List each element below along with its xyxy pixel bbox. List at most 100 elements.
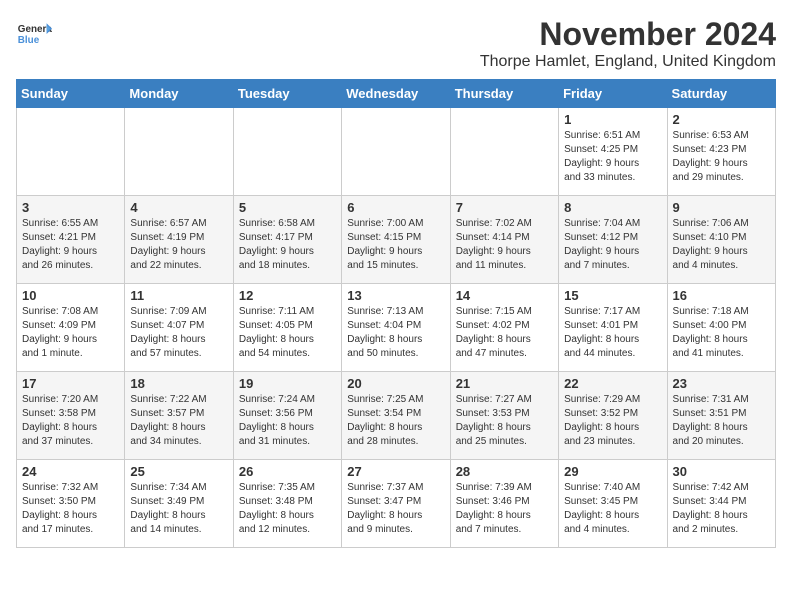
- day-info: Sunrise: 7:24 AM Sunset: 3:56 PM Dayligh…: [239, 393, 336, 449]
- page-header: General Blue November 2024 Thorpe Hamlet…: [16, 16, 776, 71]
- day-info: Sunrise: 7:06 AM Sunset: 4:10 PM Dayligh…: [673, 217, 770, 273]
- logo-icon: General Blue: [16, 16, 52, 52]
- day-info: Sunrise: 7:09 AM Sunset: 4:07 PM Dayligh…: [130, 305, 227, 361]
- calendar-cell: [125, 108, 233, 196]
- calendar-cell: 10Sunrise: 7:08 AM Sunset: 4:09 PM Dayli…: [17, 284, 125, 372]
- day-info: Sunrise: 7:39 AM Sunset: 3:46 PM Dayligh…: [456, 481, 553, 537]
- day-number: 26: [239, 464, 336, 479]
- day-info: Sunrise: 6:58 AM Sunset: 4:17 PM Dayligh…: [239, 217, 336, 273]
- weekday-header-friday: Friday: [559, 80, 667, 108]
- weekday-header-thursday: Thursday: [450, 80, 558, 108]
- calendar-cell: 12 Sunrise: 7:11 AM Sunset: 4:05 PM Dayli…: [233, 284, 341, 372]
- day-number: 20: [347, 376, 444, 391]
- calendar-cell: 25 Sunrise: 7:34 AM Sunset: 3:49 PM Dayli…: [125, 460, 233, 548]
- weekday-header-wednesday: Wednesday: [342, 80, 450, 108]
- calendar-cell: 15 Sunrise: 7:17 AM Sunset: 4:01 PM Dayli…: [559, 284, 667, 372]
- day-info: Sunrise: 7:31 AM Sunset: 3:51 PM Dayligh…: [673, 393, 770, 449]
- calendar-cell: 6 Sunrise: 7:00 AM Sunset: 4:15 PM Daylig…: [342, 196, 450, 284]
- calendar-cell: 28 Sunrise: 7:39 AM Sunset: 3:46 PM Dayli…: [450, 460, 558, 548]
- calendar-cell: [233, 108, 341, 196]
- calendar-cell: 3 Sunrise: 6:55 AM Sunset: 4:21 PM Daylig…: [17, 196, 125, 284]
- day-number: 27: [347, 464, 444, 479]
- day-number: 30: [673, 464, 770, 479]
- day-info: Sunrise: 7:32 AM Sunset: 3:50 PM Dayligh…: [22, 481, 119, 537]
- calendar-cell: 26 Sunrise: 7:35 AM Sunset: 3:48 PM Dayli…: [233, 460, 341, 548]
- day-number: 19: [239, 376, 336, 391]
- day-number: 6: [347, 200, 444, 215]
- calendar-cell: 17 Sunrise: 7:20 AM Sunset: 3:58 PM Dayli…: [17, 372, 125, 460]
- day-info: Sunrise: 6:53 AM Sunset: 4:23 PM Dayligh…: [673, 129, 770, 185]
- day-number: 25: [130, 464, 227, 479]
- calendar-cell: 27 Sunrise: 7:37 AM Sunset: 3:47 PM Dayli…: [342, 460, 450, 548]
- calendar-cell: 18 Sunrise: 7:22 AM Sunset: 3:57 PM Dayli…: [125, 372, 233, 460]
- day-info: Sunrise: 7:34 AM Sunset: 3:49 PM Dayligh…: [130, 481, 227, 537]
- calendar-cell: 11 Sunrise: 7:09 AM Sunset: 4:07 PM Dayli…: [125, 284, 233, 372]
- calendar-cell: 14 Sunrise: 7:15 AM Sunset: 4:02 PM Dayli…: [450, 284, 558, 372]
- day-info: Sunrise: 6:51 AM Sunset: 4:25 PM Dayligh…: [564, 129, 661, 185]
- logo: General Blue: [16, 16, 52, 52]
- calendar-cell: 8 Sunrise: 7:04 AM Sunset: 4:12 PM Daylig…: [559, 196, 667, 284]
- day-info: Sunrise: 7:18 AM Sunset: 4:00 PM Dayligh…: [673, 305, 770, 361]
- calendar-table: SundayMondayTuesdayWednesdayThursdayFrid…: [16, 79, 776, 548]
- calendar-cell: 21 Sunrise: 7:27 AM Sunset: 3:53 PM Dayli…: [450, 372, 558, 460]
- calendar-cell: 24 Sunrise: 7:32 AM Sunset: 3:50 PM Dayli…: [17, 460, 125, 548]
- day-info: Sunrise: 7:04 AM Sunset: 4:12 PM Dayligh…: [564, 217, 661, 273]
- weekday-header-row: SundayMondayTuesdayWednesdayThursdayFrid…: [17, 80, 776, 108]
- day-info: Sunrise: 7:35 AM Sunset: 3:48 PM Dayligh…: [239, 481, 336, 537]
- calendar-cell: [17, 108, 125, 196]
- title-area: November 2024 Thorpe Hamlet, England, Un…: [480, 16, 776, 71]
- day-info: Sunrise: 7:13 AM Sunset: 4:04 PM Dayligh…: [347, 305, 444, 361]
- day-number: 13: [347, 288, 444, 303]
- calendar-cell: 30 Sunrise: 7:42 AM Sunset: 3:44 PM Dayli…: [667, 460, 775, 548]
- month-title: November 2024: [480, 16, 776, 53]
- calendar-cell: [342, 108, 450, 196]
- day-number: 8: [564, 200, 661, 215]
- day-info: Sunrise: 7:00 AM Sunset: 4:15 PM Dayligh…: [347, 217, 444, 273]
- calendar-cell: 29Sunrise: 7:40 AM Sunset: 3:45 PM Dayli…: [559, 460, 667, 548]
- day-info: Sunrise: 7:02 AM Sunset: 4:14 PM Dayligh…: [456, 217, 553, 273]
- calendar-cell: 16Sunrise: 7:18 AM Sunset: 4:00 PM Dayli…: [667, 284, 775, 372]
- calendar-cell: 19 Sunrise: 7:24 AM Sunset: 3:56 PM Dayli…: [233, 372, 341, 460]
- day-info: Sunrise: 7:27 AM Sunset: 3:53 PM Dayligh…: [456, 393, 553, 449]
- calendar-cell: 4Sunrise: 6:57 AM Sunset: 4:19 PM Daylig…: [125, 196, 233, 284]
- day-info: Sunrise: 7:29 AM Sunset: 3:52 PM Dayligh…: [564, 393, 661, 449]
- day-number: 12: [239, 288, 336, 303]
- day-number: 11: [130, 288, 227, 303]
- calendar-cell: 22Sunrise: 7:29 AM Sunset: 3:52 PM Dayli…: [559, 372, 667, 460]
- day-info: Sunrise: 7:17 AM Sunset: 4:01 PM Dayligh…: [564, 305, 661, 361]
- day-number: 29: [564, 464, 661, 479]
- calendar-body: 1Sunrise: 6:51 AM Sunset: 4:25 PM Daylig…: [17, 108, 776, 548]
- calendar-week-2: 3 Sunrise: 6:55 AM Sunset: 4:21 PM Daylig…: [17, 196, 776, 284]
- weekday-header-sunday: Sunday: [17, 80, 125, 108]
- calendar-cell: 23Sunrise: 7:31 AM Sunset: 3:51 PM Dayli…: [667, 372, 775, 460]
- calendar-week-5: 24 Sunrise: 7:32 AM Sunset: 3:50 PM Dayli…: [17, 460, 776, 548]
- calendar-week-3: 10Sunrise: 7:08 AM Sunset: 4:09 PM Dayli…: [17, 284, 776, 372]
- calendar-cell: [450, 108, 558, 196]
- day-info: Sunrise: 7:15 AM Sunset: 4:02 PM Dayligh…: [456, 305, 553, 361]
- day-number: 5: [239, 200, 336, 215]
- calendar-week-4: 17 Sunrise: 7:20 AM Sunset: 3:58 PM Dayli…: [17, 372, 776, 460]
- day-number: 24: [22, 464, 119, 479]
- day-info: Sunrise: 7:20 AM Sunset: 3:58 PM Dayligh…: [22, 393, 119, 449]
- weekday-header-saturday: Saturday: [667, 80, 775, 108]
- day-number: 28: [456, 464, 553, 479]
- day-info: Sunrise: 6:55 AM Sunset: 4:21 PM Dayligh…: [22, 217, 119, 273]
- day-info: Sunrise: 7:11 AM Sunset: 4:05 PM Dayligh…: [239, 305, 336, 361]
- day-number: 3: [22, 200, 119, 215]
- day-number: 7: [456, 200, 553, 215]
- day-number: 18: [130, 376, 227, 391]
- day-number: 14: [456, 288, 553, 303]
- calendar-cell: 9Sunrise: 7:06 AM Sunset: 4:10 PM Daylig…: [667, 196, 775, 284]
- day-number: 21: [456, 376, 553, 391]
- day-number: 10: [22, 288, 119, 303]
- location-title: Thorpe Hamlet, England, United Kingdom: [480, 53, 776, 71]
- day-info: Sunrise: 7:22 AM Sunset: 3:57 PM Dayligh…: [130, 393, 227, 449]
- day-info: Sunrise: 7:42 AM Sunset: 3:44 PM Dayligh…: [673, 481, 770, 537]
- calendar-cell: 5 Sunrise: 6:58 AM Sunset: 4:17 PM Daylig…: [233, 196, 341, 284]
- calendar-cell: 2Sunrise: 6:53 AM Sunset: 4:23 PM Daylig…: [667, 108, 775, 196]
- calendar-week-1: 1Sunrise: 6:51 AM Sunset: 4:25 PM Daylig…: [17, 108, 776, 196]
- day-number: 17: [22, 376, 119, 391]
- calendar-cell: 7 Sunrise: 7:02 AM Sunset: 4:14 PM Daylig…: [450, 196, 558, 284]
- day-number: 15: [564, 288, 661, 303]
- day-info: Sunrise: 7:37 AM Sunset: 3:47 PM Dayligh…: [347, 481, 444, 537]
